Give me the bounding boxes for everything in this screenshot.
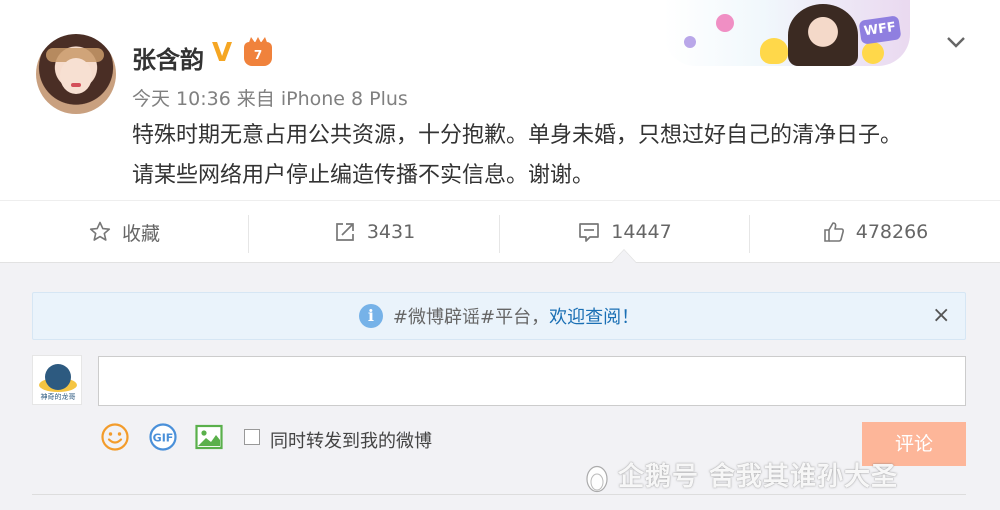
banner-portrait <box>788 4 858 66</box>
like-count: 478266 <box>855 221 929 243</box>
post-text-line-2: 请某些网络用户停止编造传播不实信息。谢谢。 <box>132 163 595 188</box>
forward-count: 3431 <box>366 221 416 243</box>
avatar-face <box>60 58 92 94</box>
verified-badge-icon[interactable]: V <box>212 40 232 66</box>
my-avatar[interactable]: 神奇的龙哥 <box>32 355 82 405</box>
thumbs-up-icon <box>823 222 844 242</box>
action-bar: 收藏 3431 14447 478266 <box>0 200 1000 262</box>
post-meta: 今天 10:36 来自 iPhone 8 Plus <box>132 84 414 111</box>
favorite-label: 收藏 <box>121 222 160 245</box>
avatar-lip <box>71 83 81 87</box>
comment-count: 14447 <box>611 221 672 243</box>
gif-icon[interactable]: GIF <box>148 422 178 452</box>
repost-checkbox[interactable] <box>244 429 260 445</box>
svg-text:GIF: GIF <box>153 432 174 445</box>
avatar-caption: 神奇的龙哥 <box>40 393 76 401</box>
member-crown-badge-icon[interactable]: 7 <box>244 42 272 66</box>
planet-icon <box>716 14 734 32</box>
username[interactable]: 张含韵 <box>132 40 204 75</box>
repost-label[interactable]: 同时转发到我的微博 <box>270 427 432 453</box>
panel-bottom-rule <box>32 494 966 495</box>
chick-icon <box>862 42 884 64</box>
post-text: 特殊时期无意占用公共资源，十分抱歉。单身未婚，只想过好自己的清净日子。 请某些网… <box>132 116 962 196</box>
rumor-notice-banner: i #微博辟谣#平台， 欢迎查阅！ <box>32 292 966 340</box>
image-icon[interactable] <box>194 422 224 452</box>
info-icon: i <box>358 304 383 328</box>
chick-icon <box>760 38 788 64</box>
user-avatar[interactable] <box>36 34 116 114</box>
forward-button[interactable]: 3431 <box>249 201 499 263</box>
forward-icon <box>335 223 354 241</box>
comment-icon <box>579 223 600 242</box>
notice-text: #微博辟谣#平台， <box>392 307 550 328</box>
chevron-down-icon[interactable] <box>944 30 968 54</box>
close-icon[interactable]: × <box>932 304 950 328</box>
wff-badge: WFF <box>858 15 902 45</box>
comment-input[interactable] <box>98 356 966 406</box>
star-icon <box>89 221 111 241</box>
promo-banner[interactable]: WFF <box>664 0 910 66</box>
post-time[interactable]: 今天 10:36 <box>132 88 231 110</box>
penguin-icon <box>586 465 608 492</box>
watermark-text: 企鹅号 舍我其谁孙大圣 <box>618 462 899 492</box>
post-text-line-1: 特殊时期无意占用公共资源，十分抱歉。单身未婚，只想过好自己的清净日子。 <box>132 123 903 148</box>
notice-link[interactable]: 欢迎查阅！ <box>549 303 639 329</box>
favorite-button[interactable]: 收藏 <box>0 201 248 263</box>
avatar-body <box>45 364 71 390</box>
planet-icon <box>684 36 696 48</box>
post-source: 来自 iPhone 8 Plus <box>236 88 408 110</box>
emoji-icon[interactable] <box>100 422 130 452</box>
like-button[interactable]: 478266 <box>750 201 1000 263</box>
watermark: 企鹅号 舍我其谁孙大圣 <box>584 456 898 493</box>
